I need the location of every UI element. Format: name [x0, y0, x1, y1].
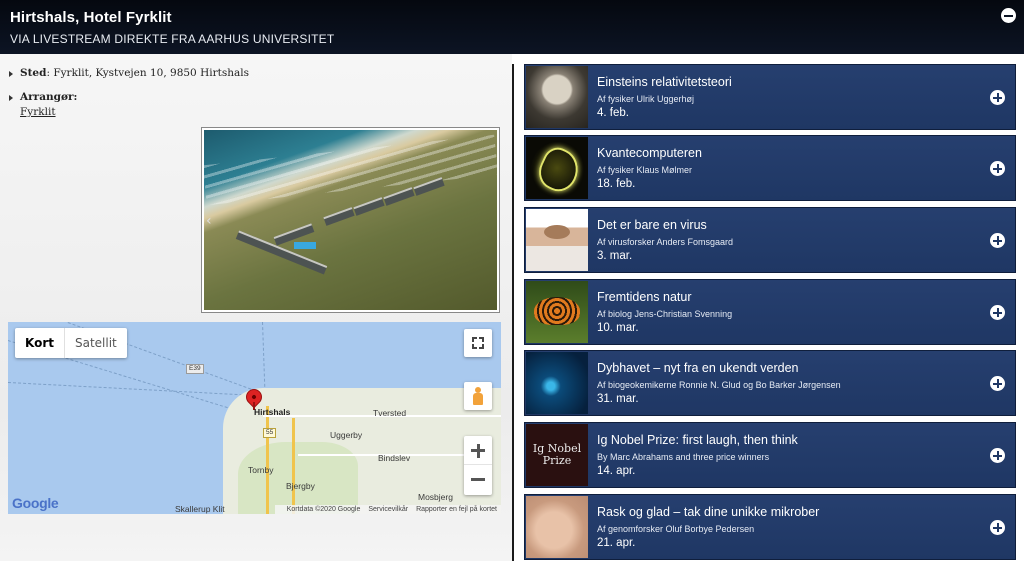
gallery-prev-icon[interactable]: ‹ [206, 213, 212, 229]
event-title: Det er bare en virus [597, 218, 707, 232]
event-title: Kvantecomputeren [597, 146, 702, 160]
quantum-light-photo [526, 137, 588, 199]
collapse-minus-icon[interactable] [1001, 8, 1016, 23]
map-road [292, 418, 295, 514]
expand-plus-icon[interactable] [990, 90, 1005, 105]
event-card[interactable]: Kvantecomputeren Af fysiker Klaus Mølmer… [524, 135, 1016, 201]
map-terms-link[interactable]: Servicevilkår [368, 506, 408, 513]
ig-nobel-logo: Ig Nobel Prize [526, 424, 588, 486]
venue-place-value: : Fyrklit, Kystvejen 10, 9850 Hirtshals [46, 67, 249, 79]
event-card[interactable]: Ig Nobel Prize Ig Nobel Prize: first lau… [524, 422, 1016, 488]
map-label-bindslev: Bindslev [378, 453, 411, 463]
map-label-bjergby: Bjergby [286, 481, 315, 491]
event-title: Ig Nobel Prize: first laugh, then think [597, 433, 798, 447]
belly-hands-photo [526, 496, 588, 558]
map-label-mosbjerg: Mosbjerg [418, 492, 453, 502]
map-road [266, 406, 269, 514]
road-shield-e39: E39 [186, 364, 204, 374]
map-report-link[interactable]: Rapporter en fejl på kortet [416, 506, 497, 513]
event-title: Dybhavet – nyt fra en ukendt verden [597, 361, 799, 375]
sneezing-woman-photo [526, 209, 588, 271]
location-map[interactable]: Kort Satellit E39 55 Hirtshals Tversted … [8, 322, 501, 514]
pool [294, 242, 316, 249]
venue-organizer-label: Arrangør: [20, 91, 78, 103]
map-attribution: Kortdata ©2020 Google Servicevilkår Rappor… [274, 505, 501, 514]
zoom-out-button[interactable] [464, 465, 492, 494]
event-speaker: Af genomforsker Oluf Borbye Pedersen [597, 524, 755, 534]
ferry-route [8, 382, 258, 397]
zoom-in-button[interactable] [464, 436, 492, 465]
event-date: 14. apr. [597, 465, 636, 477]
event-speaker: Af biolog Jens-Christian Svenning [597, 309, 733, 319]
butterfly-photo [526, 281, 588, 343]
venue-info: Sted: Fyrklit, Kystvejen 10, 9850 Hirtsh… [8, 66, 249, 129]
expand-plus-icon[interactable] [990, 305, 1005, 320]
road-shield-55: 55 [263, 428, 277, 438]
map-type-control: Kort Satellit [15, 328, 127, 358]
venue-place-label: Sted [20, 67, 47, 79]
event-speaker: Af fysiker Ulrik Uggerhøj [597, 94, 695, 104]
map-label-hirtshals: Hirtshals [254, 407, 291, 417]
event-speaker: Af fysiker Klaus Mølmer [597, 165, 693, 175]
google-logo-text: Google [12, 495, 59, 511]
expand-plus-icon[interactable] [990, 376, 1005, 391]
hotel-building [353, 197, 385, 216]
event-date: 31. mar. [597, 393, 639, 405]
map-land-green [238, 442, 358, 514]
page-header: Hirtshals, Hotel Fyrklit VIA LIVESTREAM … [0, 0, 1024, 54]
venue-panel: Sted: Fyrklit, Kystvejen 10, 9850 Hirtsh… [0, 54, 512, 561]
map-type-map-button[interactable]: Kort [15, 328, 65, 358]
organizer-link[interactable]: Fyrklit [20, 106, 56, 118]
expand-plus-icon[interactable] [990, 448, 1005, 463]
zoom-control [464, 436, 492, 495]
column-divider [512, 64, 514, 561]
hotel-building [323, 207, 355, 226]
event-date: 3. mar. [597, 250, 633, 262]
google-logo: Google [12, 495, 59, 511]
map-data-credit: Kortdata ©2020 Google [286, 506, 361, 513]
map-label-skallerup: Skallerup Klit [175, 504, 225, 514]
event-date: 18. feb. [597, 178, 636, 190]
expand-plus-icon[interactable] [990, 520, 1005, 535]
event-date: 4. feb. [597, 107, 629, 119]
hotel-building [383, 187, 415, 206]
event-card[interactable]: Det er bare en virus Af virusforsker And… [524, 207, 1016, 273]
einstein-photo [526, 66, 588, 128]
map-label-tornby: Tornby [248, 465, 274, 475]
venue-organizer-row: Arrangør: Fyrklit [8, 90, 249, 120]
event-card[interactable]: Rask og glad – tak dine unikke mikrober … [524, 494, 1016, 560]
ig-nobel-logo-line: Prize [542, 454, 572, 467]
sea-surf [204, 134, 497, 206]
street-view-pegman-icon[interactable] [464, 382, 492, 410]
venue-place-row: Sted: Fyrklit, Kystvejen 10, 9850 Hirtsh… [8, 66, 249, 81]
aerial-hotel-image: ‹ [204, 130, 497, 310]
event-speaker: Af biogeokemikerne Ronnie N. Glud og Bo … [597, 380, 841, 390]
event-date: 21. apr. [597, 537, 636, 549]
ferry-route [262, 322, 266, 392]
event-title: Fremtidens natur [597, 290, 692, 304]
event-card[interactable]: Dybhavet – nyt fra en ukendt verden Af b… [524, 350, 1016, 416]
deep-sea-photo [526, 352, 588, 414]
event-speaker: By Marc Abrahams and three price winners [597, 452, 770, 462]
expand-plus-icon[interactable] [990, 233, 1005, 248]
map-label-tversted: Tversted [373, 408, 407, 418]
event-date: 10. mar. [597, 322, 639, 334]
expand-plus-icon[interactable] [990, 161, 1005, 176]
event-card[interactable]: Fremtidens natur Af biolog Jens-Christia… [524, 279, 1016, 345]
event-title: Rask og glad – tak dine unikke mikrober [597, 505, 820, 519]
fullscreen-icon[interactable] [464, 329, 492, 357]
event-title: Einsteins relativitetsteori [597, 75, 732, 89]
event-speaker: Af virusforsker Anders Fomsgaard [597, 237, 734, 247]
map-label-uggerby: Uggerby [330, 430, 363, 440]
venue-photo: ‹ [201, 127, 500, 313]
page-subtitle: VIA LIVESTREAM DIREKTE FRA AARHUS UNIVER… [10, 32, 335, 46]
map-type-satellite-button[interactable]: Satellit [65, 328, 127, 358]
page-title: Hirtshals, Hotel Fyrklit [10, 9, 172, 26]
event-card[interactable]: Einsteins relativitetsteori Af fysiker U… [524, 64, 1016, 130]
